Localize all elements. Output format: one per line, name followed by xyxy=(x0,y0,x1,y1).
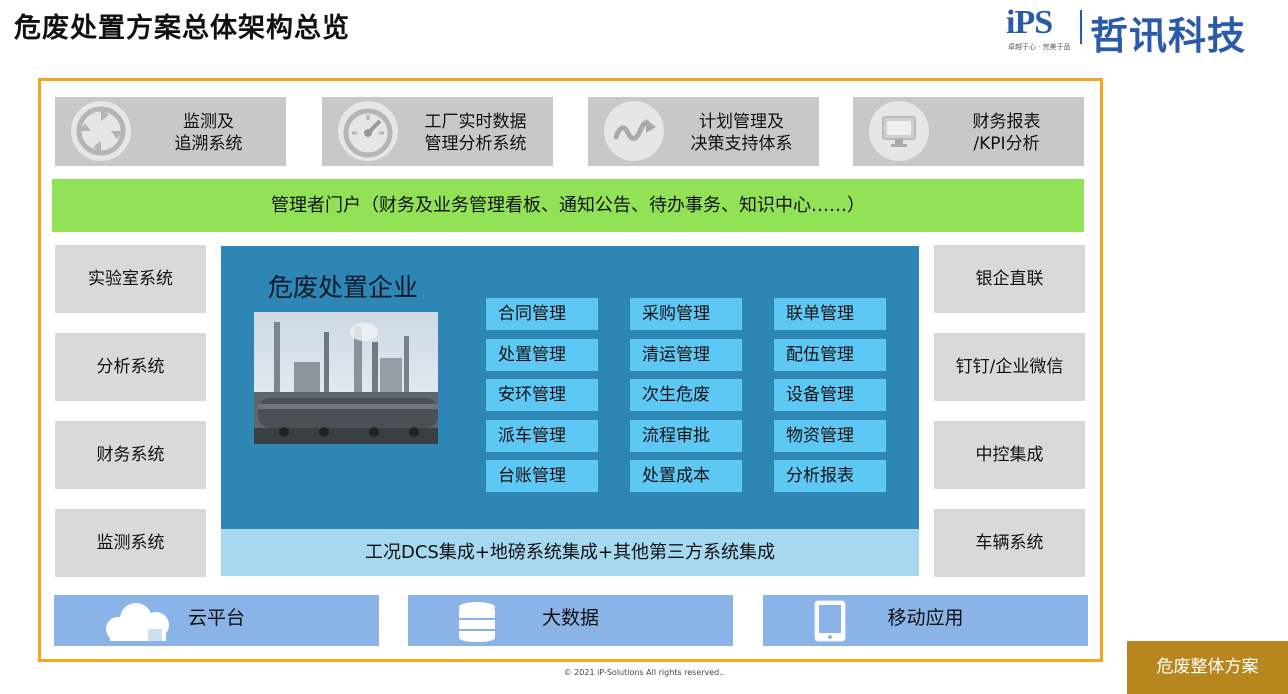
module-materials: 物资管理 xyxy=(774,420,886,452)
module-procurement: 采购管理 xyxy=(630,298,742,330)
module-contract: 合同管理 xyxy=(486,298,598,330)
manager-portal-label: 管理者门户（财务及业务管理看板、通知公告、待办事务、知识中心……） xyxy=(271,195,865,216)
module-equipment: 设备管理 xyxy=(774,379,886,411)
logo-divider xyxy=(1080,10,1082,44)
section-badge: 危废整体方案 xyxy=(1127,641,1288,694)
right-system-dingtalk-wecom: 钉钉/企业微信 xyxy=(934,333,1085,401)
top-system-label: 计划管理及 决策支持体系 xyxy=(690,112,793,154)
bottom-big-data: 大数据 xyxy=(408,595,733,646)
monitor-icon xyxy=(869,101,929,161)
top-system-monitoring: 监测及 追溯系统 xyxy=(55,97,286,166)
left-system-analysis: 分析系统 xyxy=(55,333,206,401)
logo-company-name: 哲讯科技 xyxy=(1090,14,1247,58)
left-system-lab: 实验室系统 xyxy=(55,245,206,313)
copyright-text: © 2021 iP-Solutions All rights reserved.… xyxy=(563,668,725,677)
bottom-cloud-platform: 云平台 xyxy=(54,595,379,646)
speedometer-icon xyxy=(338,101,398,161)
bottom-label: 云平台 xyxy=(187,607,245,629)
bottom-mobile-app: 移动应用 xyxy=(763,595,1088,646)
logo-mark: iPS xyxy=(1006,4,1053,41)
top-system-planning: 计划管理及 决策支持体系 xyxy=(588,97,819,166)
right-system-bank: 银企直联 xyxy=(934,245,1085,313)
wave-arrow-icon xyxy=(604,101,664,161)
recycle-arrows-icon xyxy=(71,101,131,161)
integration-label: 工况DCS集成+地磅系统集成+其他第三方系统集成 xyxy=(364,542,776,563)
top-system-label: 财务报表 /KPI分析 xyxy=(972,112,1041,154)
company-logo: iPS 卓越于心 · 完美于品 哲讯科技 xyxy=(1006,4,1268,58)
module-disposal-cost: 处置成本 xyxy=(630,460,742,492)
module-manifest: 联单管理 xyxy=(774,298,886,330)
page-title: 危废处置方案总体架构总览 xyxy=(14,13,350,44)
logo-tagline: 卓越于心 · 完美于品 xyxy=(1008,43,1071,51)
left-system-monitoring: 监测系统 xyxy=(55,509,206,577)
module-ledger: 台账管理 xyxy=(486,460,598,492)
top-system-finance-kpi: 财务报表 /KPI分析 xyxy=(853,97,1084,166)
top-system-factory-data: 工厂实时数据 管理分析系统 xyxy=(322,97,553,166)
module-disposal: 处置管理 xyxy=(486,339,598,371)
module-secondary-waste: 次生危废 xyxy=(630,379,742,411)
industrial-plant-image xyxy=(254,312,438,444)
enterprise-title: 危废处置企业 xyxy=(268,273,419,302)
module-workflow-approval: 流程审批 xyxy=(630,420,742,452)
right-system-central-control: 中控集成 xyxy=(934,421,1085,489)
bottom-label: 大数据 xyxy=(541,607,599,629)
left-system-finance: 财务系统 xyxy=(55,421,206,489)
module-safety-environment: 安环管理 xyxy=(486,379,598,411)
module-transport: 清运管理 xyxy=(630,339,742,371)
module-analysis-reports: 分析报表 xyxy=(774,460,886,492)
manager-portal-bar: 管理者门户（财务及业务管理看板、通知公告、待办事务、知识中心……） xyxy=(52,179,1084,232)
top-system-label: 监测及 追溯系统 xyxy=(174,112,243,154)
top-system-label: 工厂实时数据 管理分析系统 xyxy=(424,112,527,154)
module-dispatch: 派车管理 xyxy=(486,420,598,452)
module-blending: 配伍管理 xyxy=(774,339,886,371)
bottom-label: 移动应用 xyxy=(887,607,964,629)
integration-bar: 工况DCS集成+地磅系统集成+其他第三方系统集成 xyxy=(221,529,919,576)
right-system-vehicles: 车辆系统 xyxy=(934,509,1085,577)
